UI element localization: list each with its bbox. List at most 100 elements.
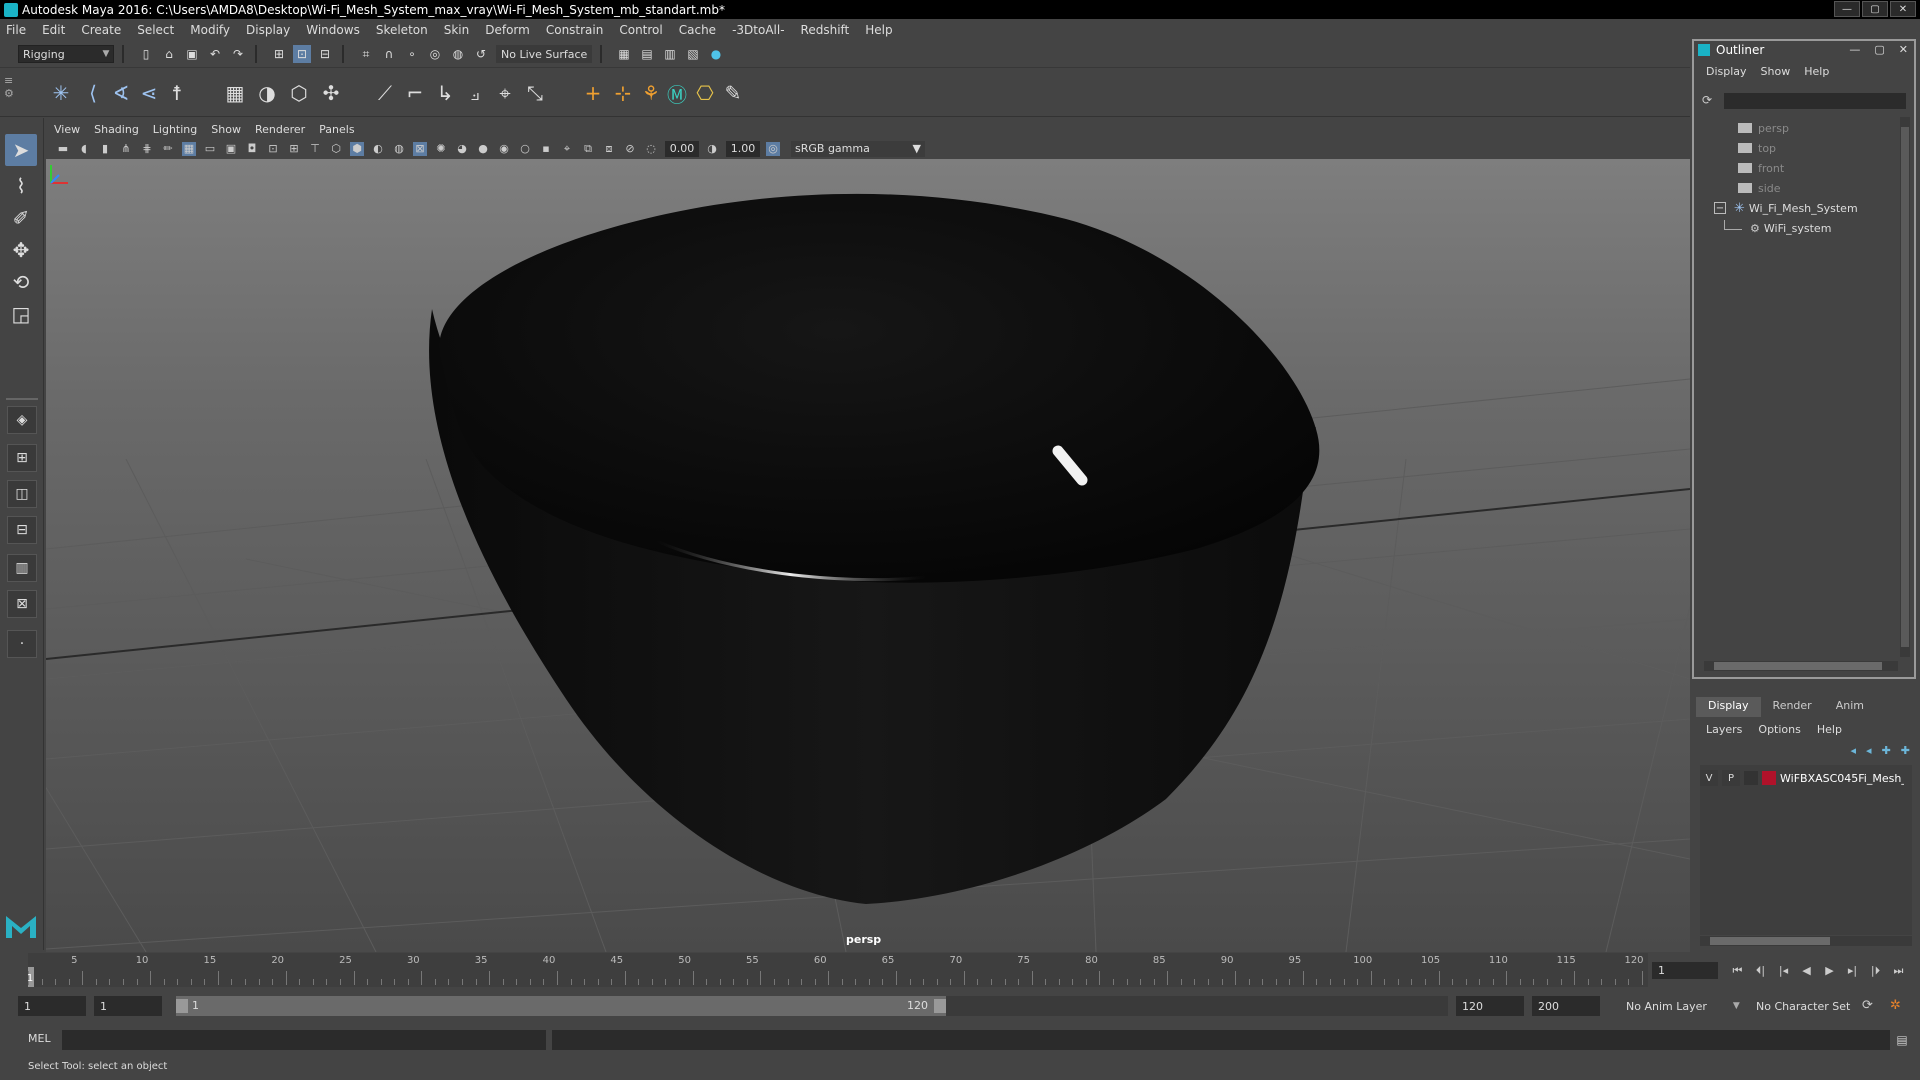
step-forward-frame-icon[interactable]: |⏵: [1866, 962, 1885, 979]
tab-display[interactable]: Display: [1696, 697, 1761, 717]
panel-menu-shading[interactable]: Shading: [94, 123, 139, 136]
menu-constrain[interactable]: Constrain: [546, 23, 604, 37]
play-backwards-icon[interactable]: ◀: [1797, 962, 1816, 979]
current-frame-field[interactable]: 1: [1652, 962, 1718, 979]
move-layer-down-icon[interactable]: ◂: [1866, 744, 1872, 757]
exposure-field[interactable]: 0.00: [665, 140, 699, 157]
step-back-frame-icon[interactable]: ⏴|: [1751, 962, 1770, 979]
animation-end-field[interactable]: 200: [1532, 996, 1600, 1016]
menu-cache[interactable]: Cache: [679, 23, 716, 37]
gamma-field[interactable]: 1.00: [726, 140, 760, 157]
layer-display-type-toggle[interactable]: [1744, 771, 1758, 785]
layer-menu-layers[interactable]: Layers: [1706, 723, 1742, 736]
close-icon[interactable]: ✕: [1899, 43, 1908, 56]
time-slider[interactable]: 1 5 10 15 20 25 30 35 40 45 50 55 60 65 70 75 80 85 90 95 10…: [0, 953, 1920, 987]
textured-icon[interactable]: ⊠: [413, 141, 427, 156]
time-slider-track[interactable]: 1 5 10 15 20 25 30 35 40 45 50 55 60 65 70 75 80 85 90 95 10…: [27, 953, 1648, 987]
minimize-icon[interactable]: —: [1834, 1, 1860, 17]
select-component-icon[interactable]: ⊟: [316, 45, 334, 63]
humanik-icon[interactable]: ☨: [164, 80, 190, 106]
insert-joint-icon[interactable]: ⟨: [80, 80, 106, 106]
character-icon[interactable]: ⚘: [638, 80, 664, 106]
use-default-material-icon[interactable]: ◐: [371, 142, 385, 156]
outliner-menu-help[interactable]: Help: [1804, 65, 1829, 78]
resolution-gate-icon[interactable]: ▣: [224, 142, 238, 156]
maximize-icon[interactable]: ▢: [1862, 1, 1888, 17]
playback-end-field[interactable]: 120: [1456, 996, 1524, 1016]
new-scene-icon[interactable]: ▯: [137, 45, 155, 63]
panel-menu-view[interactable]: View: [54, 123, 80, 136]
new-layer-selected-icon[interactable]: ✚: [1901, 744, 1910, 757]
layer-playback-toggle[interactable]: P: [1722, 770, 1740, 786]
shadows-icon[interactable]: ◕: [455, 142, 469, 156]
range-start-handle[interactable]: [176, 999, 188, 1013]
outliner-item-persp[interactable]: persp: [1738, 119, 1789, 137]
wrap-deformer-icon[interactable]: ⎔: [692, 80, 718, 106]
lasso-tool-icon[interactable]: ⌇: [5, 170, 37, 202]
save-scene-icon[interactable]: ▣: [183, 45, 201, 63]
field-chart-icon[interactable]: ⊡: [266, 142, 280, 156]
go-to-start-icon[interactable]: ⏮: [1728, 962, 1747, 979]
snap-surface-icon[interactable]: ◍: [449, 45, 467, 63]
wireframe-icon[interactable]: ⬡: [329, 142, 343, 156]
image-plane-icon[interactable]: ⋔: [119, 142, 133, 156]
snap-point-icon[interactable]: ∘: [403, 45, 421, 63]
layer-menu-help[interactable]: Help: [1817, 723, 1842, 736]
grease-pencil-icon[interactable]: ✏: [161, 142, 175, 156]
wireframe-on-shaded-icon[interactable]: ◍: [392, 142, 406, 156]
single-view-layout-icon[interactable]: ◈: [7, 406, 37, 434]
xray-joints-icon[interactable]: ⧈: [602, 142, 616, 156]
range-slider-bar[interactable]: 1 120: [176, 996, 946, 1016]
screen-space-ao-icon[interactable]: ●: [476, 142, 490, 156]
character-set-select[interactable]: No Character Set: [1756, 996, 1850, 1016]
scale-tool-icon[interactable]: ◲: [5, 298, 37, 330]
live-surface-field[interactable]: No Live Surface: [496, 45, 592, 63]
maximize-icon[interactable]: ▢: [1874, 43, 1884, 56]
two-view-layout-icon[interactable]: ◫: [7, 480, 37, 508]
snap-view-icon[interactable]: ◎: [426, 45, 444, 63]
render-view-icon[interactable]: ▧: [684, 45, 702, 63]
ik-handle-icon[interactable]: ⟋: [372, 80, 398, 106]
anim-layer-select[interactable]: No Anim Layer ▼: [1626, 996, 1740, 1016]
menu-redshift[interactable]: Redshift: [801, 23, 850, 37]
outliner-search-input[interactable]: [1724, 93, 1906, 109]
command-input[interactable]: [62, 1030, 546, 1050]
outliner-item-wifi-system[interactable]: ⚙ WiFi_system: [1724, 219, 1831, 237]
depth-of-field-icon[interactable]: ▪: [539, 142, 553, 156]
ik-spline-icon[interactable]: ⌐: [402, 80, 428, 106]
panel-menu-lighting[interactable]: Lighting: [153, 123, 197, 136]
orient-constraint-icon[interactable]: ⤡: [522, 80, 548, 106]
persp-outliner-layout-icon[interactable]: ⊟: [7, 516, 37, 544]
menu-modify[interactable]: Modify: [190, 23, 230, 37]
anti-aliasing-icon[interactable]: ○: [518, 142, 532, 156]
bookmark-icon[interactable]: ▮: [98, 142, 112, 156]
script-editor-icon[interactable]: ▤: [1892, 1030, 1912, 1050]
layer-menu-options[interactable]: Options: [1758, 723, 1800, 736]
tab-render[interactable]: Render: [1761, 697, 1824, 717]
camera-select-icon[interactable]: ▬: [56, 142, 70, 156]
outliner-menu-show[interactable]: Show: [1761, 65, 1791, 78]
select-object-icon[interactable]: ⊡: [293, 45, 311, 63]
command-language-toggle[interactable]: MEL: [28, 1032, 51, 1045]
layer-horizontal-scrollbar[interactable]: [1700, 936, 1912, 946]
open-scene-icon[interactable]: ⌂: [160, 45, 178, 63]
outliner-menu-display[interactable]: Display: [1706, 65, 1747, 78]
xray-icon[interactable]: ⧉: [581, 142, 595, 156]
layer-color-swatch[interactable]: [1762, 771, 1776, 785]
step-back-key-icon[interactable]: |◂: [1774, 962, 1793, 979]
panel-menu-renderer[interactable]: Renderer: [255, 123, 305, 136]
outliner-horizontal-scrollbar[interactable]: [1704, 661, 1898, 671]
step-forward-key-icon[interactable]: ▸|: [1843, 962, 1862, 979]
joint-tool-icon[interactable]: ✳: [48, 80, 74, 106]
pole-vector-icon[interactable]: ⊹: [610, 80, 636, 106]
menu-skeleton[interactable]: Skeleton: [376, 23, 428, 37]
animation-preferences-icon[interactable]: ✲: [1890, 998, 1901, 1013]
range-slider-track[interactable]: 1 120: [176, 996, 1448, 1016]
move-tool-icon[interactable]: ✥: [5, 234, 37, 266]
ik-rp-icon[interactable]: ↳: [432, 80, 458, 106]
snap-live-icon[interactable]: ↺: [472, 45, 490, 63]
two-d-pan-icon[interactable]: ⋕: [140, 142, 154, 156]
auto-key-icon[interactable]: ⟳: [1862, 998, 1873, 1013]
smooth-bind-icon[interactable]: ◑: [254, 80, 280, 106]
locator-icon[interactable]: +: [580, 80, 606, 106]
